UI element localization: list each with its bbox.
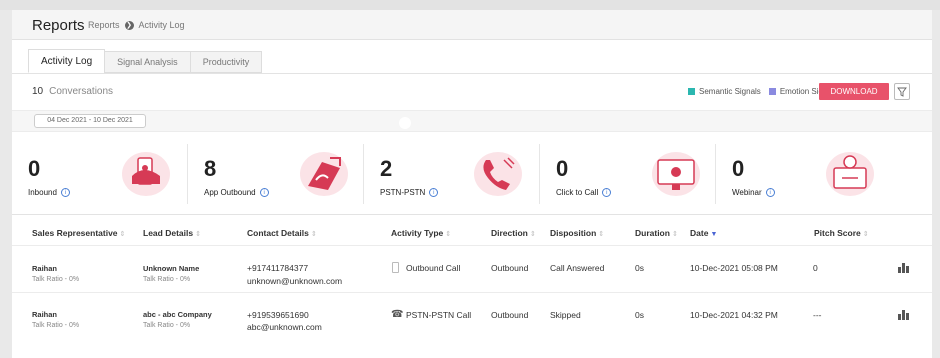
stat-value: 8 bbox=[204, 156, 217, 181]
stat-label: Click to Call i bbox=[556, 188, 612, 197]
stat-value: 0 bbox=[28, 156, 41, 181]
tab-divider bbox=[12, 73, 932, 74]
semantic-signals-label[interactable]: Semantic Signals bbox=[699, 87, 761, 96]
duration: 0s bbox=[635, 310, 644, 320]
download-button[interactable]: DOWNLOAD bbox=[819, 83, 889, 100]
bar-chart-icon[interactable] bbox=[898, 263, 910, 273]
row-divider bbox=[12, 292, 932, 293]
tab-signal-analysis[interactable]: Signal Analysis bbox=[104, 51, 191, 73]
page-title: Reports bbox=[32, 17, 85, 34]
stat-label: PSTN-PSTN i bbox=[380, 188, 439, 197]
col-sales-representative[interactable]: Sales Representative ⇕ bbox=[32, 228, 125, 238]
stat-value: 0 bbox=[732, 156, 745, 181]
col-lead-details[interactable]: Lead Details ⇕ bbox=[143, 228, 201, 238]
mobile-phone-icon bbox=[392, 262, 399, 273]
col-disposition[interactable]: Disposition ⇕ bbox=[550, 228, 604, 238]
info-icon[interactable]: i bbox=[259, 188, 269, 197]
pitch-score: 0 bbox=[813, 263, 818, 273]
col-date[interactable]: Date ▼ bbox=[690, 228, 717, 238]
webinar-illustration-icon bbox=[826, 152, 874, 196]
contact-email: unknown@unknown.com bbox=[247, 276, 343, 286]
activity-type: PSTN-PSTN Call bbox=[406, 310, 472, 320]
table-top-divider bbox=[12, 214, 932, 215]
rep-name[interactable]: Raihan bbox=[32, 310, 57, 319]
breadcrumb: Reports ❯ Activity Log bbox=[88, 20, 185, 30]
stat-label: Webinar i bbox=[732, 188, 775, 197]
stats-row: 0 Inbound i 8 App Outbound i 2 PSTN-PSTN i bbox=[12, 140, 932, 212]
date-filter-row: 04 Dec 2021 - 10 Dec 2021 bbox=[12, 110, 932, 132]
stat-click-to-call: 0 Click to Call i bbox=[540, 144, 716, 204]
semantic-signals-swatch bbox=[688, 88, 695, 95]
pstn-illustration-icon bbox=[474, 152, 522, 196]
lead-name[interactable]: abc - abc Company bbox=[143, 310, 212, 319]
lead-name[interactable]: Unknown Name bbox=[143, 264, 199, 273]
col-contact-details[interactable]: Contact Details ⇕ bbox=[247, 228, 317, 238]
rep-name[interactable]: Raihan bbox=[32, 264, 57, 273]
stat-value: 0 bbox=[556, 156, 569, 181]
date-range-picker[interactable]: 04 Dec 2021 - 10 Dec 2021 bbox=[34, 114, 146, 128]
direction: Outbound bbox=[491, 263, 529, 273]
telephone-icon: ☎ bbox=[391, 309, 404, 320]
contact-phone: +917411784377 bbox=[247, 263, 309, 273]
tab-productivity[interactable]: Productivity bbox=[189, 51, 263, 73]
page-header: Reports Reports ❯ Activity Log bbox=[12, 10, 932, 40]
header-divider bbox=[12, 245, 932, 246]
stat-label: Inbound i bbox=[28, 188, 70, 197]
direction: Outbound bbox=[491, 310, 529, 320]
chevron-right-icon: ❯ bbox=[124, 20, 134, 30]
emotion-signals-swatch bbox=[768, 88, 776, 95]
lead-talk-ratio: Talk Ratio - 0% bbox=[143, 322, 191, 329]
disposition: Skipped bbox=[550, 310, 581, 320]
disposition: Call Answered bbox=[550, 263, 605, 273]
conversation-count: 10 Conversations bbox=[32, 86, 113, 97]
stat-pstn-pstn: 2 PSTN-PSTN i bbox=[364, 144, 540, 204]
stat-label: App Outbound i bbox=[204, 188, 269, 197]
stat-value: 2 bbox=[380, 156, 393, 181]
conversation-count-label: Conversations bbox=[49, 86, 114, 97]
breadcrumb-activity-log: Activity Log bbox=[138, 20, 185, 30]
rep-talk-ratio: Talk Ratio - 0% bbox=[32, 276, 80, 283]
bar-chart-icon[interactable] bbox=[898, 310, 910, 320]
stat-inbound: 0 Inbound i bbox=[12, 144, 188, 204]
stat-webinar: 0 Webinar i bbox=[716, 144, 892, 204]
loading-indicator bbox=[399, 117, 411, 129]
signal-legend: Semantic Signals Emotion Signals bbox=[688, 87, 838, 96]
col-duration[interactable]: Duration ⇕ bbox=[635, 228, 678, 238]
inbound-illustration-icon bbox=[122, 152, 170, 196]
col-activity-type[interactable]: Activity Type ⇕ bbox=[391, 228, 451, 238]
date: 10-Dec-2021 04:32 PM bbox=[690, 310, 778, 320]
contact-phone: +919539651690 bbox=[247, 310, 309, 320]
stat-app-outbound: 8 App Outbound i bbox=[188, 144, 364, 204]
info-icon[interactable]: i bbox=[602, 188, 612, 197]
contact-email: abc@unknown.com bbox=[247, 322, 322, 332]
top-strip bbox=[0, 0, 940, 10]
activity-type: Outbound Call bbox=[406, 263, 461, 273]
rep-talk-ratio: Talk Ratio - 0% bbox=[32, 322, 80, 329]
col-direction[interactable]: Direction ⇕ bbox=[491, 228, 536, 238]
click-to-call-illustration-icon bbox=[652, 152, 700, 196]
col-pitch-score[interactable]: Pitch Score ⇕ bbox=[814, 228, 869, 238]
info-icon[interactable]: i bbox=[765, 188, 775, 197]
info-icon[interactable]: i bbox=[429, 188, 439, 197]
filter-icon bbox=[897, 87, 907, 97]
duration: 0s bbox=[635, 263, 644, 273]
filter-button[interactable] bbox=[894, 83, 910, 100]
date: 10-Dec-2021 05:08 PM bbox=[690, 263, 778, 273]
pitch-score: --- bbox=[813, 310, 822, 320]
app-outbound-illustration-icon bbox=[300, 152, 348, 196]
breadcrumb-reports[interactable]: Reports bbox=[88, 20, 120, 30]
tab-bar: Activity Log Signal Analysis Productivit… bbox=[28, 49, 263, 73]
lead-talk-ratio: Talk Ratio - 0% bbox=[143, 276, 191, 283]
tab-activity-log[interactable]: Activity Log bbox=[28, 49, 106, 73]
main-panel: Activity Log Signal Analysis Productivit… bbox=[12, 40, 932, 358]
conversation-count-value: 10 bbox=[32, 86, 44, 97]
info-icon[interactable]: i bbox=[60, 188, 70, 197]
